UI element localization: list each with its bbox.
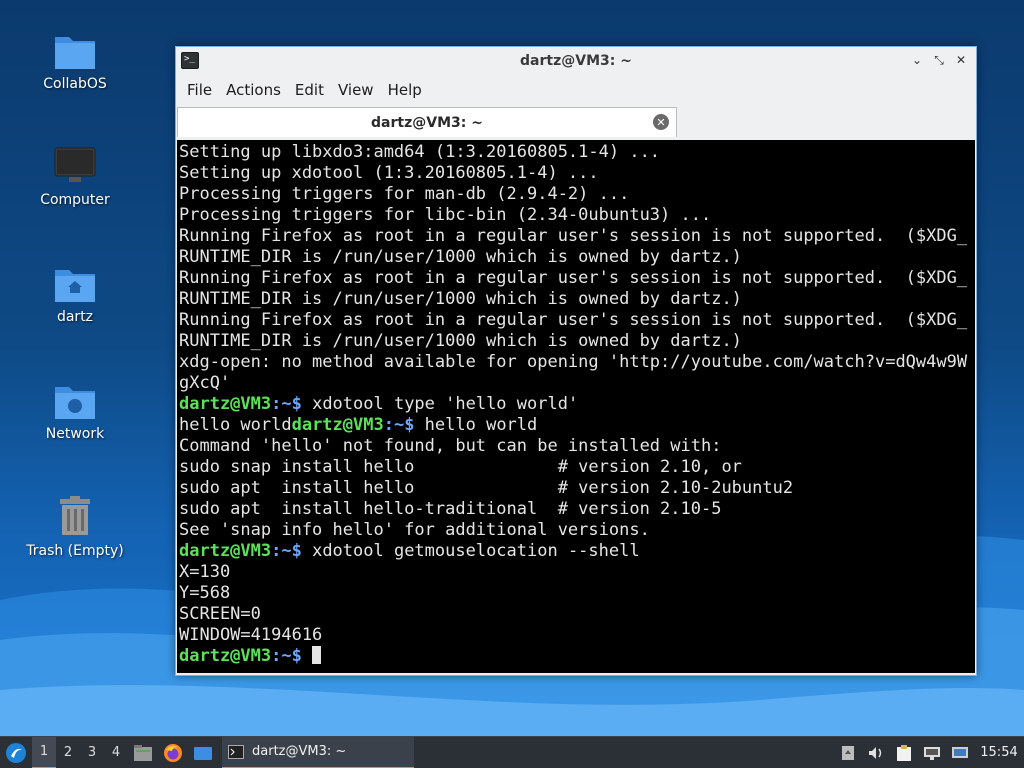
network-folder-icon <box>20 372 130 420</box>
desktop-icon-label: Network <box>45 426 105 442</box>
firefox-launcher[interactable] <box>158 737 188 768</box>
desktop-icon-network[interactable]: Network <box>20 372 130 442</box>
desktop-icon-dartz[interactable]: dartz <box>20 255 130 325</box>
terminal-prompt-line: hello worlddartz@VM3:~$ hello world <box>179 415 975 436</box>
terminal-output[interactable]: Setting up libxdo3:amd64 (1:3.20160805.1… <box>177 140 975 673</box>
taskbar-task-terminal[interactable]: dartz@VM3: ~ <box>222 736 414 768</box>
terminal-command <box>302 646 312 666</box>
terminal-line: Running Firefox as root in a regular use… <box>179 310 968 330</box>
terminal-line: X=130 <box>179 562 231 582</box>
prompt-user: dartz@VM3 <box>179 394 272 414</box>
terminal-prompt-line: dartz@VM3:~$ xdotool type 'hello world' <box>179 394 975 415</box>
desktop-icon-trash[interactable]: Trash (Empty) <box>20 489 130 559</box>
menu-file[interactable]: File <box>180 81 219 99</box>
workspace-4[interactable]: 4 <box>104 737 128 768</box>
clipboard-icon <box>897 744 911 761</box>
workspace-2[interactable]: 2 <box>56 737 80 768</box>
terminal-prompt-line: dartz@VM3:~$ <box>179 646 975 667</box>
terminal-line: Setting up libxdo3:amd64 (1:3.20160805.1… <box>179 142 661 162</box>
desktop-icon-label: CollabOS <box>43 76 107 92</box>
terminal-command: hello world <box>414 415 538 435</box>
prompt-user: dartz@VM3 <box>291 415 384 435</box>
desktop-icon-collabos[interactable]: CollabOS <box>20 22 130 92</box>
minimize-button[interactable]: ⌄ <box>908 51 926 69</box>
terminal-line: sudo snap install hello # version 2.10, … <box>179 457 742 477</box>
terminal-line: sudo apt install hello-traditional # ver… <box>179 499 722 519</box>
terminal-line: RUNTIME_DIR is /run/user/1000 which is o… <box>179 289 742 309</box>
menu-view[interactable]: View <box>331 81 381 99</box>
workspace-1[interactable]: 1 <box>32 736 56 768</box>
tab-bar: dartz@VM3: ~ ✕ <box>176 105 976 139</box>
window-title: dartz@VM3: ~ <box>520 53 632 69</box>
eject-icon <box>842 745 854 760</box>
close-button[interactable]: ✕ <box>952 51 970 69</box>
prompt-path: :~$ <box>271 541 302 561</box>
tray-network[interactable] <box>946 737 974 768</box>
terminal-line: xdg-open: no method available for openin… <box>179 352 968 372</box>
tray-clipboard[interactable] <box>890 737 918 768</box>
terminal-line: RUNTIME_DIR is /run/user/1000 which is o… <box>179 331 742 351</box>
maximize-button[interactable]: ⤡ <box>930 51 948 69</box>
terminal-output-text: hello world <box>179 415 292 435</box>
tray-volume[interactable] <box>862 737 890 768</box>
terminal-command: xdotool getmouselocation --shell <box>301 541 640 561</box>
terminal-window: dartz@VM3: ~ ⌄ ⤡ ✕ File Actions Edit Vie… <box>175 46 977 676</box>
terminal-line: WINDOW=4194616 <box>179 625 323 645</box>
monitor-icon <box>20 138 130 186</box>
terminal-line: See 'snap info hello' for additional ver… <box>179 520 650 540</box>
terminal-icon <box>181 52 199 69</box>
prompt-user: dartz@VM3 <box>179 646 272 666</box>
tab-terminal[interactable]: dartz@VM3: ~ ✕ <box>177 107 677 137</box>
terminal-prompt-line: dartz@VM3:~$ xdotool getmouselocation --… <box>179 541 975 562</box>
display-icon <box>924 746 940 760</box>
file-manager-launcher[interactable] <box>128 737 158 768</box>
prompt-path: :~$ <box>271 646 302 666</box>
prompt-user: dartz@VM3 <box>179 541 272 561</box>
network-icon <box>952 746 968 758</box>
terminal-line: Y=568 <box>179 583 231 603</box>
terminal-line: Running Firefox as root in a regular use… <box>179 226 968 246</box>
folder-icon <box>20 22 130 70</box>
desktop-icon-label: Computer <box>40 192 110 208</box>
tray-notification[interactable] <box>834 737 862 768</box>
tray-display[interactable] <box>918 737 946 768</box>
file-manager-icon <box>134 744 152 761</box>
tab-label: dartz@VM3: ~ <box>371 114 483 131</box>
desktop-icon-label: dartz <box>56 309 94 325</box>
terminal-line: Processing triggers for man-db (2.9.4-2)… <box>179 184 630 204</box>
prompt-path: :~$ <box>383 415 415 435</box>
terminal-icon <box>228 744 244 759</box>
terminal-line: SCREEN=0 <box>179 604 261 624</box>
desktop-icon <box>194 746 212 760</box>
home-folder-icon <box>20 255 130 303</box>
firefox-icon <box>164 743 182 762</box>
task-label: dartz@VM3: ~ <box>252 744 347 759</box>
menu-edit[interactable]: Edit <box>288 81 331 99</box>
prompt-path: :~$ <box>271 394 302 414</box>
terminal-line: sudo apt install hello # version 2.10-2u… <box>179 478 794 498</box>
taskbar: 1 2 3 4 dartz@VM3: ~ 15:54 <box>0 736 1024 768</box>
desktop-icon-label: Trash (Empty) <box>26 543 124 559</box>
terminal-line: Command 'hello' not found, but can be in… <box>179 436 722 456</box>
show-desktop-button[interactable] <box>188 737 218 768</box>
terminal-command: xdotool type 'hello world' <box>301 394 579 414</box>
menu-help[interactable]: Help <box>381 81 429 99</box>
terminal-line: Setting up xdotool (1:3.20160805.1-4) ..… <box>179 163 599 183</box>
menubar: File Actions Edit View Help <box>176 75 976 105</box>
terminal-line: gXcQ' <box>179 373 231 393</box>
volume-icon <box>869 746 882 759</box>
terminal-line: RUNTIME_DIR is /run/user/1000 which is o… <box>179 247 742 267</box>
window-titlebar[interactable]: dartz@VM3: ~ ⌄ ⤡ ✕ <box>176 47 976 75</box>
terminal-line: Running Firefox as root in a regular use… <box>179 268 968 288</box>
start-menu-button[interactable] <box>0 737 32 768</box>
terminal-cursor <box>312 646 322 664</box>
terminal-line: Processing triggers for libc-bin (2.34-0… <box>179 205 712 225</box>
tab-close-icon[interactable]: ✕ <box>653 114 669 130</box>
desktop-icon-computer[interactable]: Computer <box>20 138 130 208</box>
clock[interactable]: 15:54 <box>974 745 1024 760</box>
trash-icon <box>20 489 130 537</box>
workspace-3[interactable]: 3 <box>80 737 104 768</box>
menu-actions[interactable]: Actions <box>219 81 288 99</box>
lubuntu-logo-icon <box>6 742 26 763</box>
